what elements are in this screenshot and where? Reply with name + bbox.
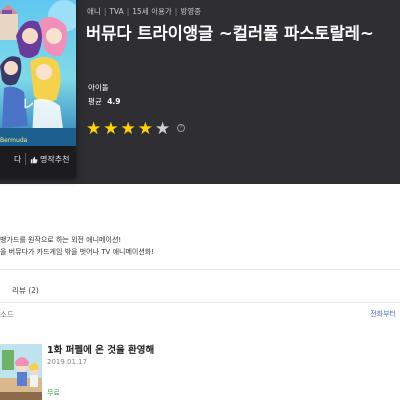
star-filled-icon[interactable]: ★ (121, 121, 136, 138)
review-count: (2) (28, 286, 39, 295)
average-rating: 평균 4.9 (88, 96, 121, 107)
meta-status: 방영중 (180, 7, 202, 16)
poster-card: レ Bermuda 다 명작추천 (0, 0, 76, 178)
recommend-button[interactable]: 명작추천 (30, 154, 69, 165)
svg-text:Bermuda: Bermuda (0, 137, 28, 144)
meta-format: TVA (109, 7, 124, 16)
episode-thumbnail[interactable] (0, 344, 42, 400)
episode-date: 2019.01.17 (47, 358, 88, 366)
tab-divider (0, 302, 400, 303)
meta-separator: | (174, 7, 178, 16)
meta-age-rating: 15세 이용가 (132, 7, 172, 16)
episode-price-badge: 무료 (47, 389, 60, 397)
rating-label: 평균 (88, 97, 102, 106)
star-filled-icon[interactable]: ★ (86, 121, 101, 138)
content-meta: 애니 | TVA | 15세 이용가 | 방영중 (87, 6, 201, 17)
poster-action-divider (25, 153, 26, 165)
meta-category: 애니 (87, 7, 101, 16)
episode-thumbnail-image (0, 344, 42, 400)
description: 뱅가드를 원작으로 하는 외전 애니메이션! 을 버뮤다가 카드게임 밖을 벗어… (0, 234, 154, 258)
poster-artwork: レ Bermuda (0, 0, 76, 146)
star-rating-input[interactable]: ★ ★ ★ ★ ★ (86, 121, 170, 138)
genre-tag[interactable]: 아이돌 (88, 82, 109, 93)
meta-separator: | (126, 7, 130, 16)
recommend-label: 명작추천 (40, 155, 70, 164)
episode-section-label: 소드 (0, 310, 14, 319)
star-filled-icon[interactable]: ★ (103, 121, 118, 138)
page-title: 버뮤다 트라이앵글 ~컬러풀 파스토랄레~ (86, 24, 374, 43)
meta-separator: | (103, 7, 107, 16)
info-icon[interactable]: ? (177, 124, 185, 132)
poster-image[interactable]: レ Bermuda (0, 0, 76, 146)
poster-left-action[interactable]: 다 (14, 154, 21, 165)
svg-text:レ: レ (22, 97, 34, 111)
star-empty-icon[interactable]: ★ (155, 121, 170, 138)
thumbs-up-icon (30, 156, 38, 163)
review-tab-label: 리뷰 (12, 286, 26, 295)
rating-value: 4.9 (107, 97, 121, 106)
poster-actions: 다 명작추천 (0, 146, 76, 174)
description-line: 뱅가드를 원작으로 하는 외전 애니메이션! (0, 236, 122, 244)
content-page: レ Bermuda 다 명작추천 애니 | TVA | 15세 이용가 | 방영중 버뮤다 … (0, 0, 400, 400)
description-line: 을 버뮤다가 카드게임 밖을 벗어나 TV 애니메이션화! (0, 248, 155, 256)
star-filled-icon[interactable]: ★ (138, 121, 153, 138)
section-divider (0, 269, 400, 270)
tab-review[interactable]: 리뷰 (2) (12, 285, 39, 296)
episode-title[interactable]: 1화 퍼펠에 온 것을 환영해 (47, 342, 154, 356)
content-header: レ Bermuda 다 명작추천 애니 | TVA | 15세 이용가 | 방영중 버뮤다 … (0, 0, 400, 184)
view-from-first-link[interactable]: 전화부터 (370, 309, 396, 319)
